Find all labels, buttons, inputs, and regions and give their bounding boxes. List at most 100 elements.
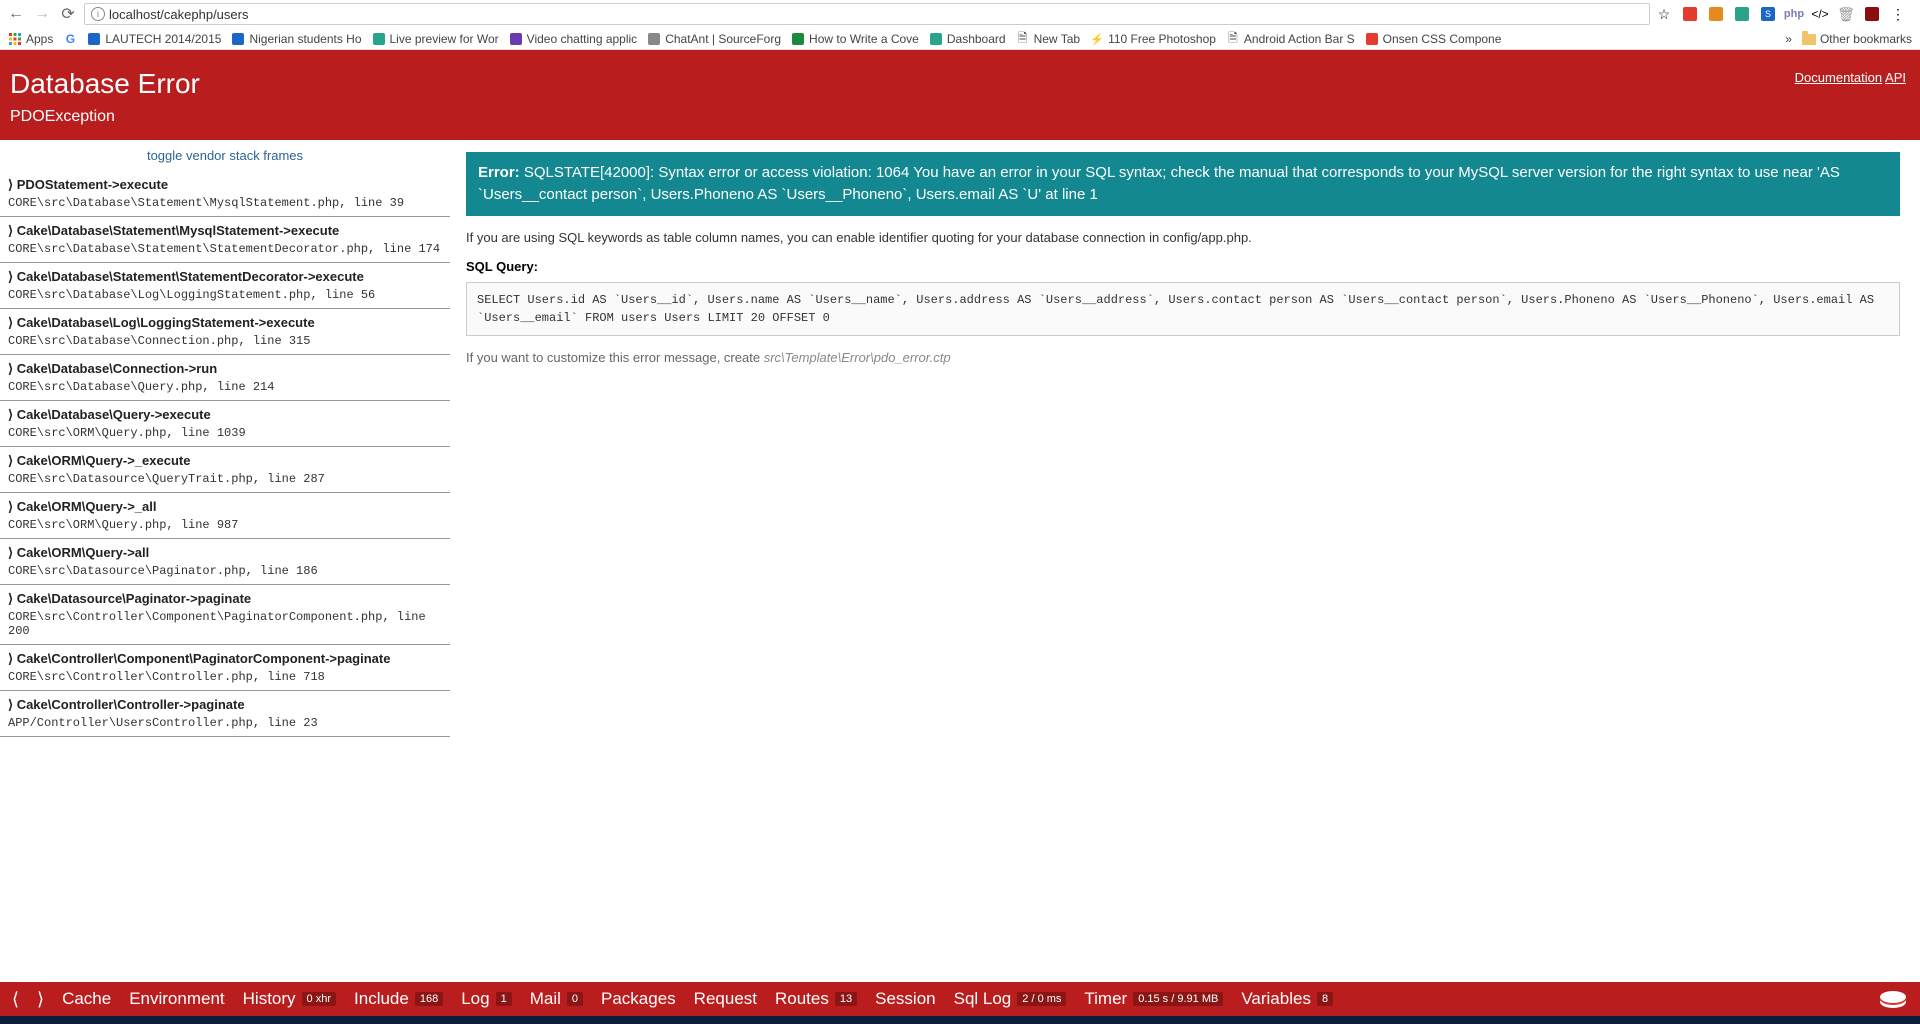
menu-icon[interactable]: ⋮ <box>1890 6 1906 22</box>
stack-frame[interactable]: ⟩ Cake\Database\Statement\StatementDecor… <box>0 263 450 309</box>
error-label: Error: <box>478 164 520 181</box>
bookmark-icon <box>509 32 523 46</box>
forward-button[interactable]: → <box>32 4 52 24</box>
page-title: Database Error <box>10 68 1910 100</box>
debug-history[interactable]: History0 xhr <box>243 989 336 1009</box>
frame-file: CORE\src\Database\Log\LoggingStatement.p… <box>8 288 442 302</box>
bookmark-icon <box>231 32 245 46</box>
frame-call: ⟩ Cake\ORM\Query->all <box>8 545 442 561</box>
apps-button[interactable]: Apps <box>8 32 53 46</box>
bookmark-item[interactable]: 🗎New Tab <box>1016 32 1080 46</box>
toolbar-right: ☆ S php </> 🗑 ⋮ <box>1656 6 1914 22</box>
stack-frame[interactable]: ⟩ Cake\ORM\Query->_allCORE\src\ORM\Query… <box>0 493 450 539</box>
cakephp-logo-icon[interactable] <box>1878 988 1908 1010</box>
ext-icon-5[interactable]: php <box>1786 6 1802 22</box>
back-button[interactable]: ← <box>6 4 26 24</box>
frame-call: ⟩ Cake\ORM\Query->_execute <box>8 453 442 469</box>
api-link[interactable]: API <box>1885 70 1906 85</box>
frame-file: CORE\src\Database\Connection.php, line 3… <box>8 334 442 348</box>
toggle-link[interactable]: toggle vendor stack frames <box>147 148 303 163</box>
frame-file: CORE\src\Database\Query.php, line 214 <box>8 380 442 394</box>
reload-button[interactable]: ⟳ <box>58 4 78 24</box>
debug-next[interactable]: ⟩ <box>37 989 44 1010</box>
bookmark-icon <box>1365 32 1379 46</box>
ext-icon-8[interactable] <box>1864 6 1880 22</box>
bookmark-google[interactable]: G <box>63 32 77 46</box>
ext-icon-6[interactable]: </> <box>1812 6 1828 22</box>
bookmark-item[interactable]: LAUTECH 2014/2015 <box>87 32 221 46</box>
bookmark-overflow[interactable]: » <box>1785 32 1792 46</box>
debug-include[interactable]: Include168 <box>354 989 443 1009</box>
ext-icon-4[interactable]: S <box>1760 6 1776 22</box>
stack-frame[interactable]: ⟩ Cake\Controller\Component\PaginatorCom… <box>0 645 450 691</box>
other-bookmarks[interactable]: Other bookmarks <box>1802 32 1912 46</box>
star-icon[interactable]: ☆ <box>1656 6 1672 22</box>
frame-call: ⟩ PDOStatement->execute <box>8 177 442 193</box>
stack-frame[interactable]: ⟩ Cake\Database\Connection->runCORE\src\… <box>0 355 450 401</box>
bookmark-item[interactable]: Dashboard <box>929 32 1006 46</box>
debug-routes[interactable]: Routes13 <box>775 989 857 1009</box>
stack-frame[interactable]: ⟩ Cake\Database\Query->executeCORE\src\O… <box>0 401 450 447</box>
documentation-link[interactable]: Documentation <box>1795 70 1882 85</box>
url-field[interactable]: i localhost/cakephp/users <box>84 3 1650 25</box>
bookmark-item[interactable]: ⚡110 Free Photoshop <box>1090 32 1216 46</box>
debug-sqllog[interactable]: Sql Log2 / 0 ms <box>954 989 1067 1009</box>
stack-frame[interactable]: ⟩ Cake\Database\Statement\MysqlStatement… <box>0 217 450 263</box>
quoting-hint: If you are using SQL keywords as table c… <box>466 230 1900 245</box>
folder-icon <box>1802 34 1816 45</box>
debug-session[interactable]: Session <box>875 989 935 1009</box>
stack-frame[interactable]: ⟩ Cake\ORM\Query->allCORE\src\Datasource… <box>0 539 450 585</box>
debug-variables[interactable]: Variables8 <box>1241 989 1333 1009</box>
browser-chrome: ← → ⟳ i localhost/cakephp/users ☆ S php … <box>0 0 1920 50</box>
bookmark-icon <box>929 32 943 46</box>
bookmark-item[interactable]: ChatAnt | SourceForg <box>647 32 781 46</box>
apps-icon <box>8 32 22 46</box>
debug-log[interactable]: Log1 <box>461 989 512 1009</box>
error-message: SQLSTATE[42000]: Syntax error or access … <box>478 164 1840 203</box>
frame-file: CORE\src\Controller\Controller.php, line… <box>8 670 442 684</box>
debug-environment[interactable]: Environment <box>129 989 224 1009</box>
bookmark-item[interactable]: Onsen CSS Compone <box>1365 32 1502 46</box>
ext-icon-2[interactable] <box>1708 6 1724 22</box>
content-row: toggle vendor stack frames ⟩ PDOStatemen… <box>0 140 1920 994</box>
bookmark-item[interactable]: 🗎Android Action Bar S <box>1226 32 1355 46</box>
site-info-icon[interactable]: i <box>91 7 105 21</box>
ext-icon-7[interactable]: 🗑 <box>1838 6 1854 22</box>
frame-call: ⟩ Cake\Database\Query->execute <box>8 407 442 423</box>
windows-taskbar <box>0 1016 1920 1024</box>
stack-frame[interactable]: ⟩ PDOStatement->executeCORE\src\Database… <box>0 171 450 217</box>
stack-trace: toggle vendor stack frames ⟩ PDOStatemen… <box>0 140 450 994</box>
stack-frame[interactable]: ⟩ Cake\Database\Log\LoggingStatement->ex… <box>0 309 450 355</box>
bookmark-item[interactable]: Nigerian students Ho <box>231 32 361 46</box>
debug-timer[interactable]: Timer0.15 s / 9.91 MB <box>1084 989 1223 1009</box>
error-detail: Error: SQLSTATE[42000]: Syntax error or … <box>450 140 1920 994</box>
frame-call: ⟩ Cake\Controller\Component\PaginatorCom… <box>8 651 442 667</box>
debug-cache[interactable]: Cache <box>62 989 111 1009</box>
frame-file: CORE\src\ORM\Query.php, line 987 <box>8 518 442 532</box>
debug-prev[interactable]: ⟨ <box>12 989 19 1010</box>
frame-file: CORE\src\Database\Statement\StatementDec… <box>8 242 442 256</box>
frame-call: ⟩ Cake\Database\Statement\StatementDecor… <box>8 269 442 285</box>
stack-frame[interactable]: ⟩ Cake\Datasource\Paginator->paginateCOR… <box>0 585 450 645</box>
stack-frame[interactable]: ⟩ Cake\Controller\Controller->paginateAP… <box>0 691 450 737</box>
ext-icon-1[interactable] <box>1682 6 1698 22</box>
frame-file: CORE\src\Datasource\QueryTrait.php, line… <box>8 472 442 486</box>
bookmark-item[interactable]: Video chatting applic <box>509 32 638 46</box>
debug-kit-bar: ⟨ ⟩ Cache Environment History0 xhr Inclu… <box>0 982 1920 1016</box>
debug-mail[interactable]: Mail0 <box>530 989 583 1009</box>
bookmark-icon <box>87 32 101 46</box>
bookmark-icon <box>791 32 805 46</box>
bookmark-item[interactable]: How to Write a Cove <box>791 32 919 46</box>
debug-request[interactable]: Request <box>694 989 757 1009</box>
bookmark-item[interactable]: Live preview for Wor <box>372 32 499 46</box>
header-links: Documentation API <box>1795 70 1906 85</box>
stack-frame[interactable]: ⟩ Cake\ORM\Query->_execute CORE\src\Datas… <box>0 447 450 493</box>
page-icon: 🗎 <box>1016 32 1030 46</box>
debug-packages[interactable]: Packages <box>601 989 676 1009</box>
address-bar-row: ← → ⟳ i localhost/cakephp/users ☆ S php … <box>0 0 1920 28</box>
page-icon: 🗎 <box>1226 32 1240 46</box>
bookmark-icon <box>647 32 661 46</box>
ext-icon-3[interactable] <box>1734 6 1750 22</box>
frame-call: ⟩ Cake\Datasource\Paginator->paginate <box>8 591 442 607</box>
frame-file: APP/Controller\UsersController.php, line… <box>8 716 442 730</box>
